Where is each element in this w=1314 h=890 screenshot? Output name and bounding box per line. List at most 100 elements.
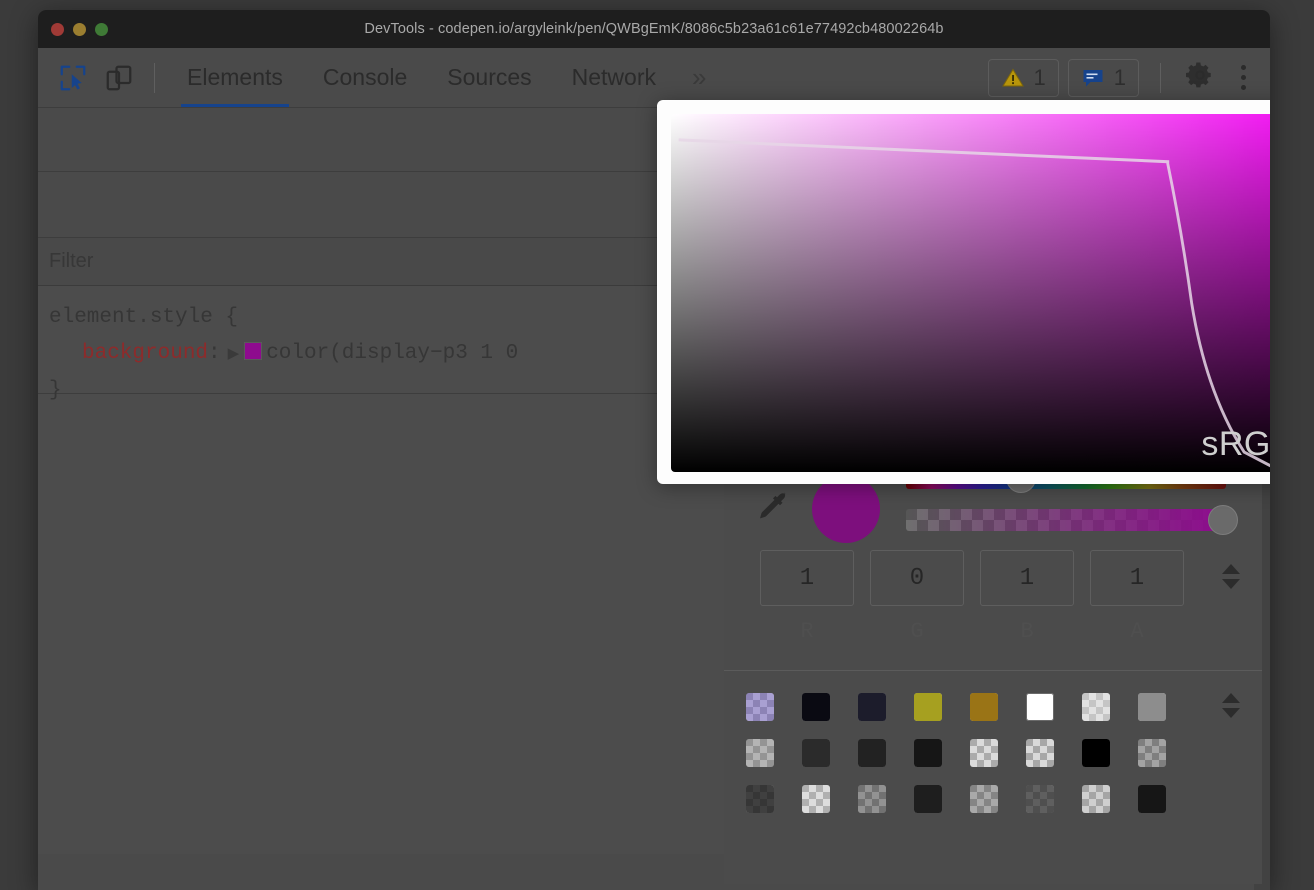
window-title: DevTools - codepen.io/argyleink/pen/QWBg… [38,21,1270,37]
palette-swatch[interactable] [746,739,774,767]
devtools-toolbar: Elements Console Sources Network » 1 [38,48,1270,108]
chevron-up-icon [1222,564,1240,574]
palette-swatch[interactable] [1138,785,1166,813]
title-bar: DevTools - codepen.io/argyleink/pen/QWBg… [38,10,1270,48]
palette-swatch[interactable] [858,739,886,767]
palette-swatch[interactable] [1138,739,1166,767]
kebab-dot-2 [1241,75,1246,80]
device-toolbar-button[interactable] [96,55,142,101]
palette-swatch[interactable] [1082,739,1110,767]
palette-swatch-fill [1026,739,1054,767]
tab-console-label: Console [323,64,407,91]
palette-swatch[interactable] [746,785,774,813]
palette-swatch[interactable] [914,739,942,767]
palette-swatch-fill [1082,785,1110,813]
channel-a-input[interactable]: 1 [1090,550,1184,606]
palette-swatch-fill [1082,693,1110,721]
palette-swatch[interactable] [746,693,774,721]
message-counter[interactable]: 1 [1068,59,1139,97]
chevron-down-icon [1222,579,1240,589]
declaration-property[interactable]: background [82,342,208,365]
main-menu-button[interactable] [1227,65,1260,90]
palette-swatch[interactable] [970,785,998,813]
tab-sources[interactable]: Sources [427,48,551,107]
palette-swatch-fill [746,785,774,813]
palette-chevron-up-icon [1222,693,1240,703]
close-window-button[interactable] [51,23,64,36]
palette-swatch-fill [970,785,998,813]
palette-swatch-fill [802,739,830,767]
palette-swatch[interactable] [1026,785,1054,813]
palette-swatch-fill [802,785,830,813]
palette-swatch-fill [914,693,942,721]
tab-elements[interactable]: Elements [167,48,303,107]
declaration-value[interactable]: color(display−p3 1 0 [266,342,518,365]
colorspace-label: sRGB [1201,425,1270,464]
channel-b: 1 B [980,550,1074,644]
eyedropper-icon [753,489,793,529]
tab-console[interactable]: Console [303,48,427,107]
palette-swatch-fill [746,693,774,721]
alpha-slider-handle[interactable] [1208,505,1238,535]
device-toolbar-icon [104,63,134,93]
panel-tabs: Elements Console Sources Network » [167,48,722,107]
warning-counter[interactable]: 1 [988,59,1059,97]
alpha-slider[interactable] [906,509,1226,531]
declaration-colon: : [208,342,221,365]
palette-swatch[interactable] [802,739,830,767]
palette-swatch[interactable] [914,785,942,813]
channel-r-input[interactable]: 1 [760,550,854,606]
more-tabs-button[interactable]: » [676,62,722,93]
color-picker-panel: 1 R 0 G 1 B 1 A [724,430,1262,884]
selected-color-preview[interactable] [812,475,880,543]
palette-swatch-fill [858,785,886,813]
toolbar-divider [154,63,155,93]
message-bubble-icon [1081,66,1105,90]
palette-swatch-fill [1026,785,1054,813]
tab-sources-label: Sources [447,64,531,91]
saturation-value-canvas[interactable]: sRGB [671,114,1270,472]
channel-g-label: G [870,619,964,644]
palette-swatch-fill [1026,693,1054,721]
palette-swatch[interactable] [802,693,830,721]
styles-filter-input[interactable] [49,250,349,273]
palette-toggle[interactable] [1222,693,1240,718]
palette-swatch-fill [970,693,998,721]
palette-swatch[interactable] [858,785,886,813]
expand-color-arrow-icon[interactable]: ▶ [228,337,240,373]
palette-swatch[interactable] [1138,693,1166,721]
channel-g-input[interactable]: 0 [870,550,964,606]
channel-b-label: B [980,619,1074,644]
warning-count: 1 [1034,65,1046,91]
color-swatch[interactable] [244,342,262,360]
minimize-window-button[interactable] [73,23,86,36]
inspect-element-button[interactable] [50,55,96,101]
settings-button[interactable] [1173,60,1227,95]
palette-swatch[interactable] [802,785,830,813]
warning-triangle-icon [1001,66,1025,90]
tab-network[interactable]: Network [552,48,676,107]
channel-r: 1 R [760,550,854,644]
palette-swatch[interactable] [970,693,998,721]
palette-swatch[interactable] [858,693,886,721]
palette-chevron-down-icon [1222,708,1240,718]
palette-swatch-fill [858,693,886,721]
palette-swatch[interactable] [1082,785,1110,813]
kebab-dot-1 [1241,65,1246,70]
channel-a: 1 A [1090,550,1184,644]
palette-swatch-fill [1138,785,1166,813]
color-picker-magnifier-popup[interactable]: sRGB [657,100,1270,484]
kebab-dot-3 [1241,85,1246,90]
palette-swatch[interactable] [1026,693,1054,721]
zoom-window-button[interactable] [95,23,108,36]
eyedropper-button[interactable] [750,489,796,529]
palette-swatch-fill [1138,739,1166,767]
channel-b-input[interactable]: 1 [980,550,1074,606]
color-format-toggle[interactable] [1222,564,1240,589]
palette-swatch[interactable] [914,693,942,721]
palette-swatch[interactable] [1082,693,1110,721]
message-count: 1 [1114,65,1126,91]
palette-swatch[interactable] [970,739,998,767]
palette-swatch-fill [802,693,830,721]
palette-swatch[interactable] [1026,739,1054,767]
